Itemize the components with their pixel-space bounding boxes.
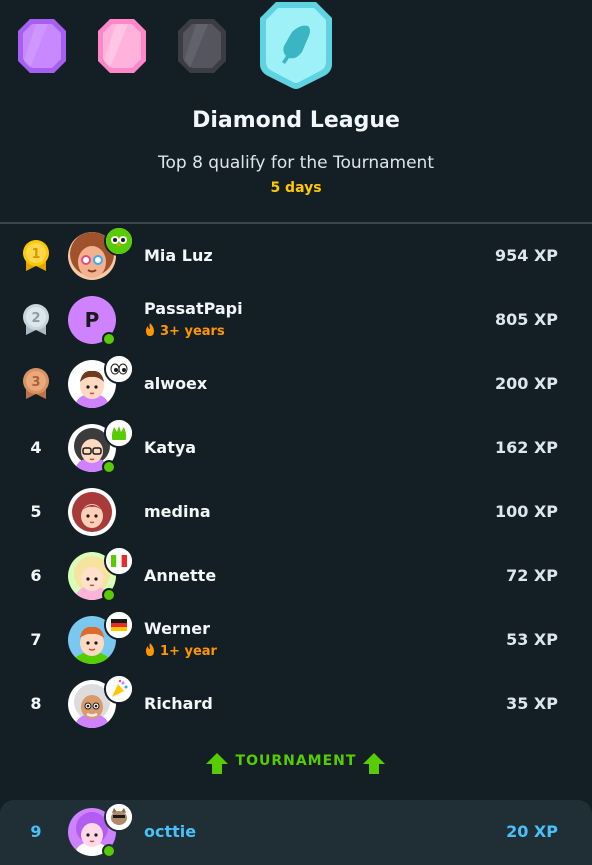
rank-medal: 3 [16,368,56,400]
avatar[interactable] [68,802,134,858]
avatar[interactable] [68,354,134,408]
flame-icon [146,643,154,656]
eyes-flair-icon [104,354,134,384]
xp-value: 35 XP [506,694,558,713]
flame-icon [146,323,154,336]
germany-flag-icon [104,610,134,640]
user-name: Richard [144,694,213,713]
leaderboard-row[interactable]: 7 Werner 1+ year 53 XP [0,608,592,672]
league-subtitle: Top 8 qualify for the Tournament [158,153,434,173]
avatar[interactable] [68,674,134,728]
user-name: alwoex [144,374,208,393]
online-indicator [102,588,116,602]
leaderboard-row[interactable]: 6 Annette 72 XP [0,544,592,608]
user-name: Werner [144,619,210,638]
svg-text:2: 2 [31,311,40,326]
leaderboard-row[interactable]: 5 medina 100 XP [0,480,592,544]
diamond-league-icon [260,2,332,89]
avatar[interactable]: P [68,296,116,346]
user-name: Katya [144,438,197,457]
rank-number: 6 [30,566,42,585]
leaderboard-row[interactable]: 1 Mia Luz 954 XP [0,224,592,288]
leaderboard-row[interactable]: 3 alwoex 200 XP [0,352,592,416]
pearl-league-icon [98,19,146,73]
user-name: medina [144,502,211,521]
xp-value: 200 XP [494,374,558,393]
xp-value: 162 XP [494,438,558,457]
svg-text:1: 1 [31,247,40,262]
user-name: octtie [144,822,197,841]
rank-number: 4 [30,438,42,457]
user-name: Annette [144,566,217,585]
streak-text: 3+ years [160,324,225,339]
time-remaining: 5 days [270,180,322,196]
league-badges [0,0,592,100]
avatar[interactable] [68,226,134,280]
xp-value: 53 XP [506,630,558,649]
xp-value: 954 XP [494,246,558,265]
avatar[interactable] [68,610,134,664]
bronze-medal-icon: 3 [23,368,49,399]
online-indicator [102,844,116,858]
online-indicator [102,460,116,474]
xp-value: 100 XP [494,502,558,521]
user-name: Mia Luz [144,246,213,265]
avatar[interactable] [68,418,134,474]
party-flair-icon [104,674,134,704]
xp-value: 20 XP [506,822,558,841]
svg-text:3: 3 [31,375,40,390]
online-indicator [102,332,116,346]
amethyst-league-icon [18,19,66,73]
obsidian-league-icon [178,19,226,73]
leaderboard-row[interactable]: 8 Richard 35 XP [0,672,592,736]
leaderboard-row[interactable]: 2 P PassatPapi 3+ years 805 XP [0,288,592,352]
silver-medal-icon: 2 [23,304,49,335]
streak-badge: 1+ year [144,643,217,659]
italy-flag-icon [104,546,134,576]
current-user-row[interactable]: 9 octtie 20 XP [0,800,592,865]
rank-number: 7 [30,630,42,649]
streak-text: 1+ year [160,644,217,659]
xp-value: 805 XP [494,310,558,329]
promotion-label: TOURNAMENT [235,753,357,769]
arrow-up-icon [363,753,385,774]
promotion-zone-divider: TOURNAMENT [0,748,592,778]
rank-medal: 1 [16,240,56,272]
avatar[interactable] [68,488,116,536]
streak-badge: 3+ years [144,323,225,339]
avatar[interactable] [68,546,134,602]
owl-flair-icon [104,226,134,256]
user-name: PassatPapi [144,299,243,318]
cat-flair-icon [104,802,134,832]
xp-value: 72 XP [506,566,558,585]
crown-flair-icon [104,418,134,448]
rank-number: 9 [30,822,42,841]
leaderboard-row[interactable]: 4 Katya 162 XP [0,416,592,480]
league-title: Diamond League [192,108,400,133]
rank-number: 5 [30,502,42,521]
gold-medal-icon: 1 [23,240,49,271]
rank-number: 8 [30,694,42,713]
rank-medal: 2 [16,304,56,336]
